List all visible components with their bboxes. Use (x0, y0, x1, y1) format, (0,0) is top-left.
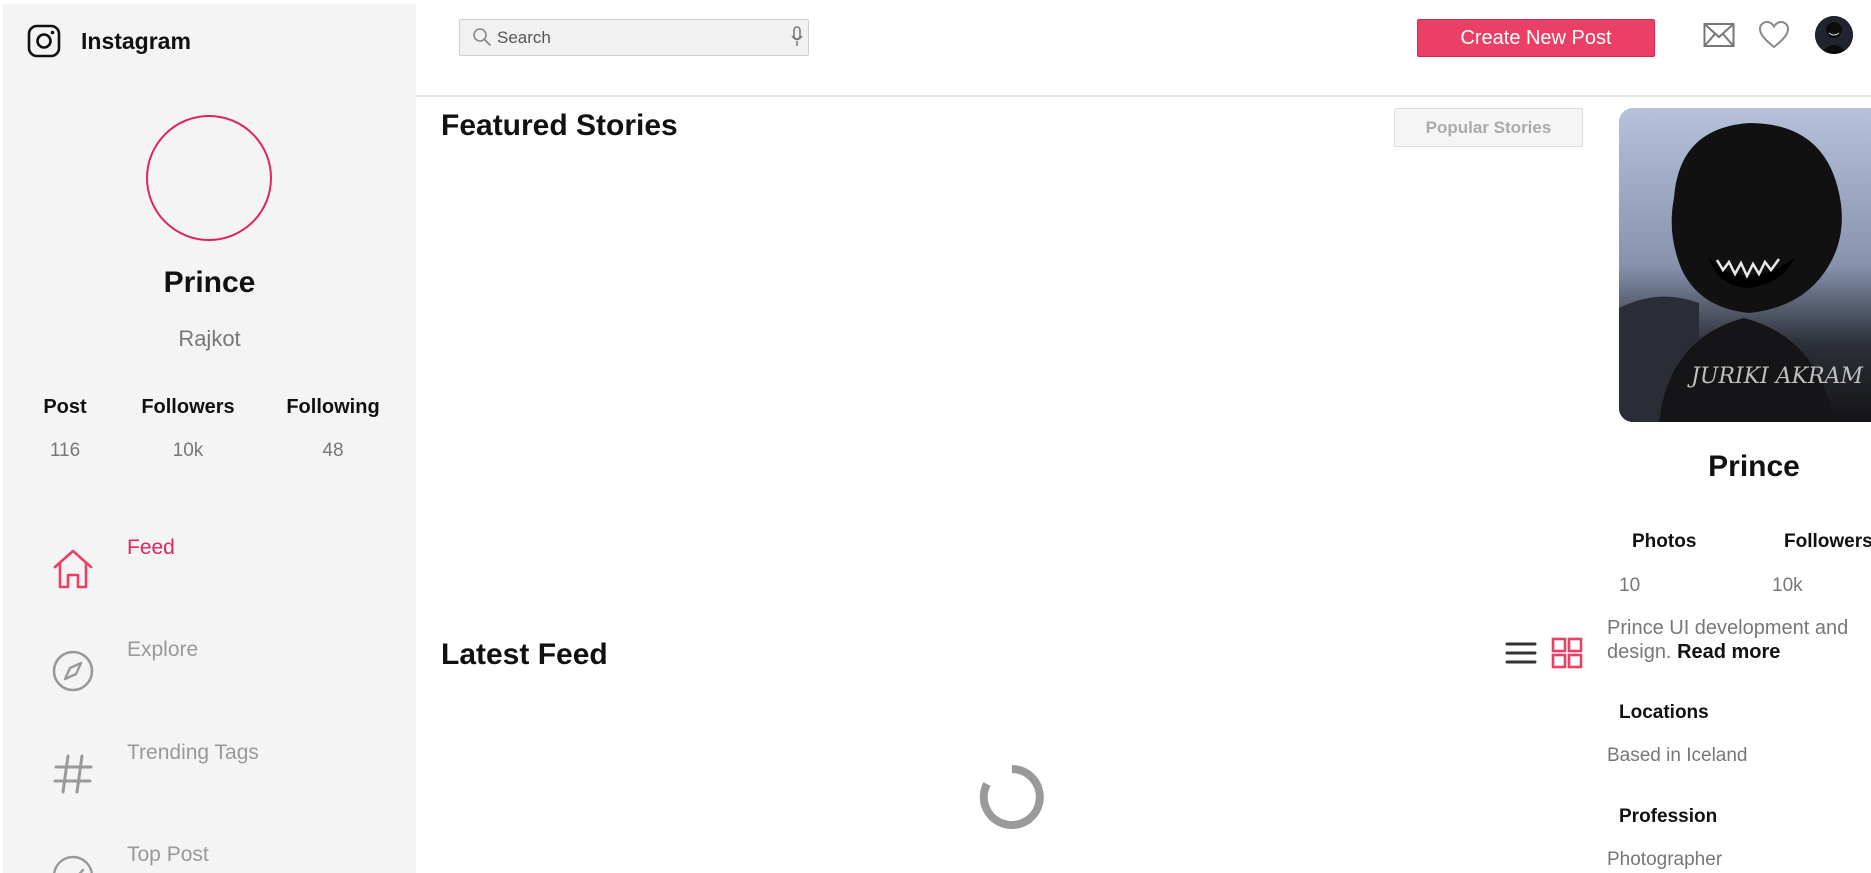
mail-icon[interactable] (1703, 22, 1735, 48)
avatar-image-icon (1815, 16, 1853, 54)
compass-icon (52, 650, 94, 692)
heart-icon[interactable] (1758, 20, 1790, 50)
header-avatar[interactable] (1815, 16, 1853, 54)
profession-value: Photographer (1607, 849, 1723, 870)
profile-photo[interactable]: JURIKI AKRAM (1619, 108, 1871, 422)
latest-feed-title: Latest Feed (441, 638, 608, 671)
avatar-inner (152, 121, 266, 235)
popular-stories-button[interactable]: Popular Stories (1394, 108, 1583, 147)
featured-stories-title: Featured Stories (441, 109, 678, 142)
stat-label: Following (286, 396, 380, 418)
search-box[interactable] (459, 19, 809, 56)
stat-label: Followers (141, 396, 235, 418)
stat-value: 10k (172, 440, 204, 461)
read-more-link[interactable]: Read more (1677, 641, 1780, 663)
sidebar-item-explore[interactable]: Explore (50, 638, 390, 708)
stat-value: 48 (322, 440, 344, 461)
locations-heading: Locations (1619, 702, 1709, 723)
sidebar: Instagram Prince Rajkot Post 116 Followe… (3, 4, 416, 873)
sidebar-item-label: Feed (127, 536, 175, 559)
sidebar-item-top-post[interactable]: Top Post (50, 843, 390, 873)
instagram-logo-icon (27, 24, 61, 58)
mic-icon[interactable] (790, 26, 804, 48)
list-view-icon[interactable] (1505, 639, 1537, 667)
profile-avatar[interactable] (146, 115, 272, 241)
hashtag-icon (53, 754, 93, 794)
grid-view-icon[interactable] (1551, 637, 1583, 669)
location-value: Based in Iceland (1607, 745, 1748, 766)
stat-following: Following 48 (268, 396, 398, 462)
app-page: Instagram Prince Rajkot Post 116 Followe… (0, 0, 1871, 873)
search-input[interactable] (497, 24, 777, 52)
search-icon (473, 28, 491, 46)
create-new-post-button[interactable]: Create New Post (1417, 19, 1655, 57)
brand-name: Instagram (81, 27, 191, 54)
stat-followers: Followers 10k (123, 396, 253, 462)
profile-name: Prince (163, 266, 256, 299)
profile-bio: Prince UI development and design. Read m… (1607, 616, 1871, 664)
profile-photo-image-icon: JURIKI AKRAM (1619, 108, 1871, 422)
home-icon (53, 549, 93, 589)
profession-heading: Profession (1619, 806, 1718, 827)
stat-label: Post (43, 396, 87, 418)
sidebar-item-label: Explore (127, 638, 199, 661)
stat-label-followers: Followers (1784, 531, 1871, 552)
stat-value-photos: 10 (1619, 575, 1641, 596)
profile-location: Rajkot (178, 326, 241, 351)
profile-card-name: Prince (1708, 450, 1800, 483)
top-header: Create New Post (416, 0, 1871, 97)
check-circle-icon (53, 855, 93, 873)
shirt-print-text: JURIKI AKRAM (1687, 364, 1864, 389)
stat-value: 116 (49, 440, 81, 461)
brand[interactable]: Instagram (27, 24, 191, 58)
sidebar-item-label: Trending Tags (127, 741, 259, 764)
stat-post: Post 116 (25, 396, 105, 462)
stat-label-photos: Photos (1632, 531, 1697, 552)
sidebar-item-feed[interactable]: Feed (50, 536, 390, 606)
loading-spinner-icon (979, 765, 1044, 829)
stat-value-followers: 10k (1772, 575, 1803, 596)
sidebar-item-label: Top Post (127, 843, 209, 866)
sidebar-item-trending-tags[interactable]: Trending Tags (50, 741, 390, 811)
